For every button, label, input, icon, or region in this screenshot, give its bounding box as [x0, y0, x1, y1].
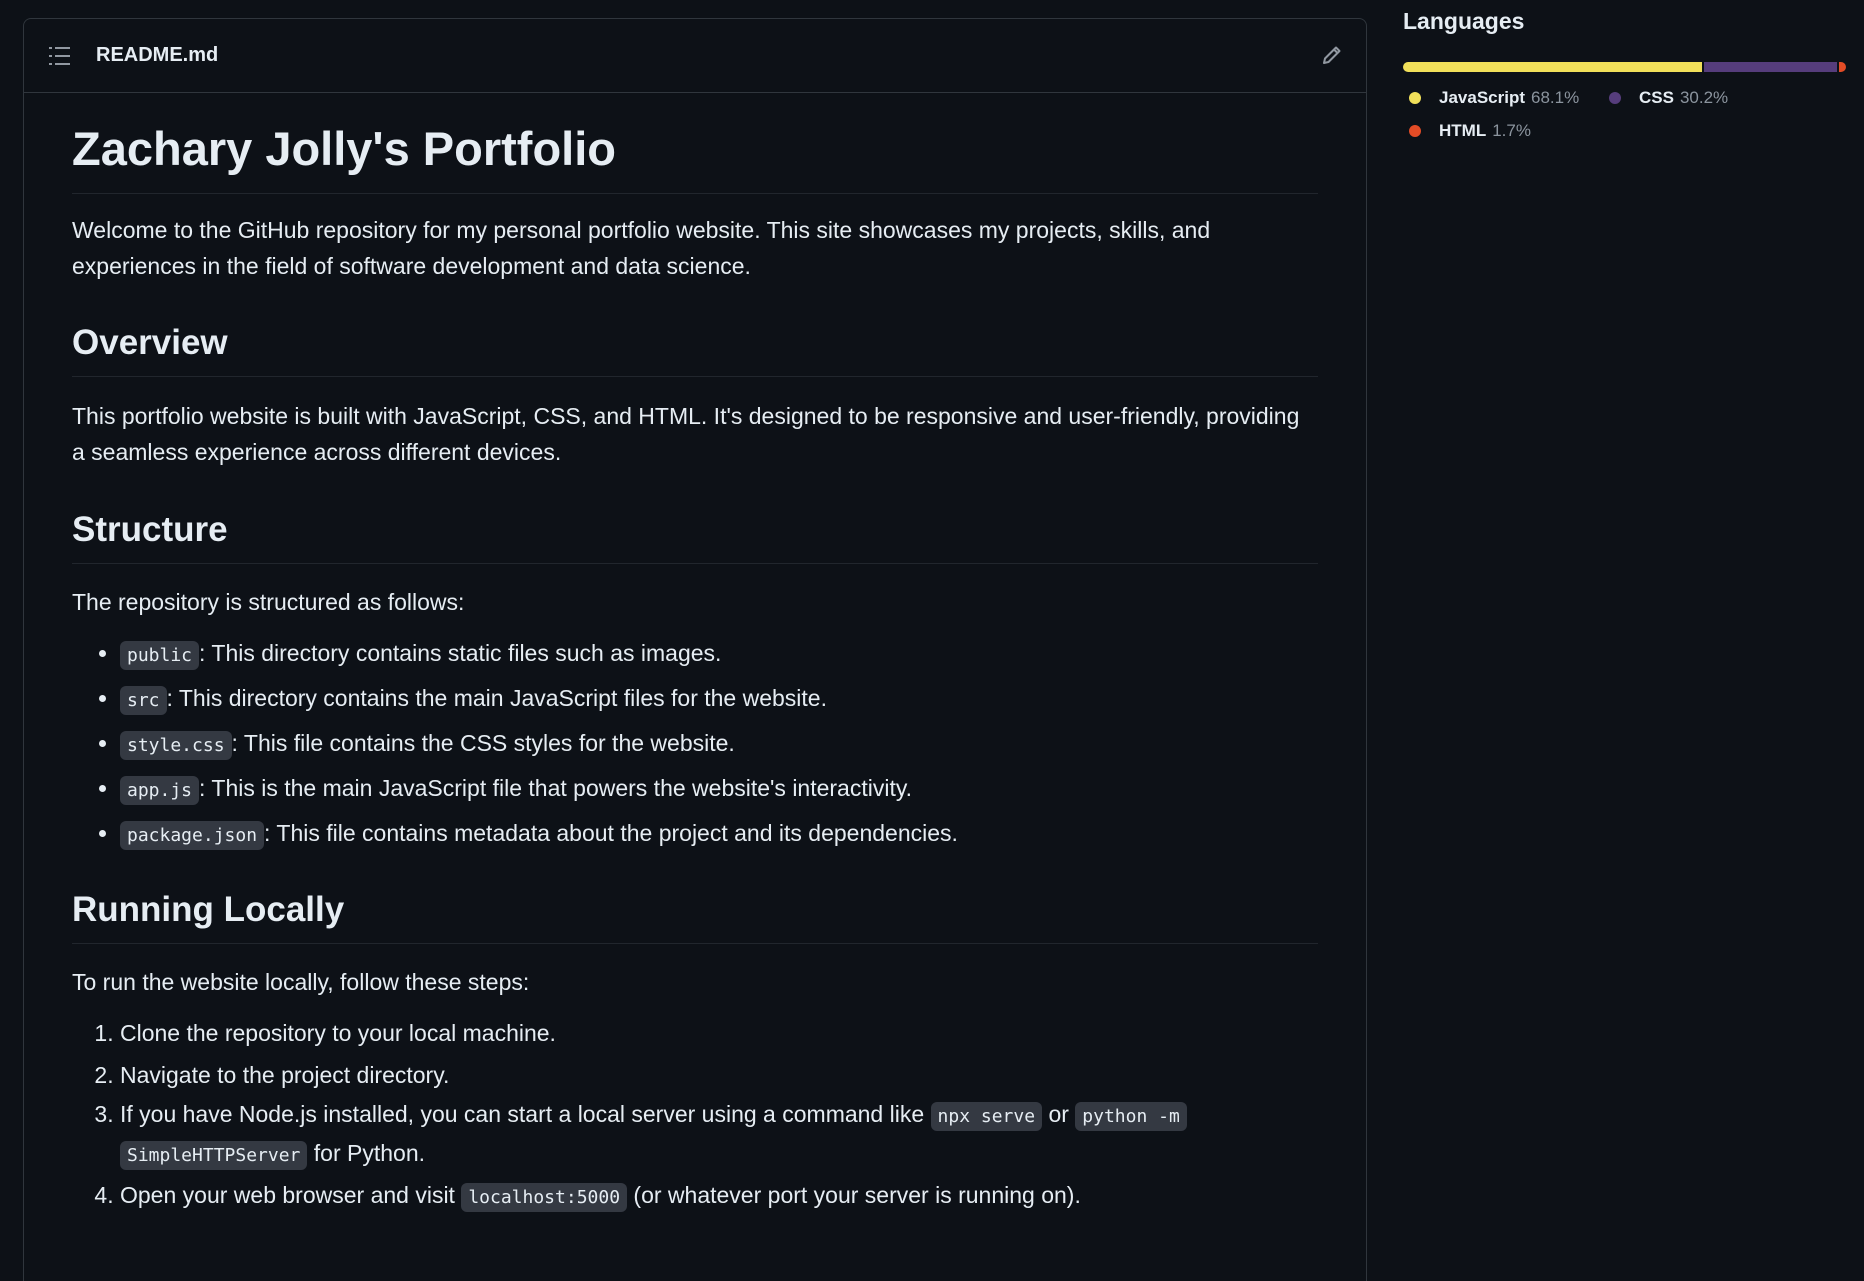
list-item: package.json: This file contains metadat…	[120, 812, 1318, 857]
list-unordered-icon[interactable]	[48, 45, 72, 67]
code-app-js: app.js	[120, 776, 200, 805]
step-text: or	[1042, 1101, 1076, 1127]
lang-percent: 1.7%	[1492, 121, 1531, 140]
running-steps: Clone the repository to your local machi…	[72, 1012, 1318, 1219]
code-npx-serve: npx serve	[930, 1102, 1043, 1131]
code-localhost: localhost:5000	[461, 1183, 628, 1212]
structure-list: public: This directory contains static f…	[72, 632, 1318, 857]
code-python-m: python -m	[1075, 1102, 1187, 1131]
running-heading: Running Locally	[72, 887, 1318, 944]
code-package-json: package.json	[120, 821, 265, 850]
code-public: public	[120, 641, 200, 670]
step-text: (or whatever port your server is running…	[627, 1182, 1081, 1208]
overview-heading: Overview	[72, 320, 1318, 377]
readme-header: README.md	[24, 19, 1366, 93]
list-item: public: This directory contains static f…	[120, 632, 1318, 677]
step-text: Navigate to the project directory.	[120, 1062, 450, 1088]
readme-content: Zachary Jolly's Portfolio Welcome to the…	[24, 119, 1366, 1219]
lang-dot-css	[1609, 92, 1621, 104]
list-item-text: : This directory contains static files s…	[199, 640, 722, 666]
overview-paragraph: This portfolio website is built with Jav…	[72, 403, 1300, 465]
step-text: Open your web browser and visit	[120, 1182, 462, 1208]
code-style-css: style.css	[120, 731, 232, 760]
lang-item-css[interactable]: CSS 30.2%	[1609, 88, 1728, 108]
list-item: style.css: This file contains the CSS st…	[120, 722, 1318, 767]
intro-paragraph: Welcome to the GitHub repository for my …	[72, 217, 1211, 279]
code-simplehttpserver: SimpleHTTPServer	[120, 1141, 308, 1170]
step-text: Clone the repository to your local machi…	[120, 1020, 556, 1046]
lang-name: CSS	[1639, 88, 1674, 107]
lang-item-javascript[interactable]: JavaScript 68.1%	[1409, 88, 1579, 108]
lang-name: JavaScript	[1439, 88, 1525, 107]
lang-name: HTML	[1439, 121, 1487, 140]
lang-dot-html	[1409, 125, 1421, 137]
languages-title: Languages	[1403, 8, 1525, 34]
list-item: src: This directory contains the main Ja…	[120, 677, 1318, 722]
languages-bar	[1403, 62, 1846, 72]
lang-bar-segment-html	[1838, 62, 1846, 72]
list-item-text: : This file contains metadata about the …	[264, 820, 958, 846]
step-item: Navigate to the project directory.	[120, 1054, 1318, 1096]
step-item: Open your web browser and visit localhos…	[120, 1174, 1318, 1219]
list-item-text: : This file contains the CSS styles for …	[231, 730, 735, 756]
list-item-text: : This directory contains the main JavaS…	[166, 685, 827, 711]
page: README.md Zachary Jolly's Portfolio Welc…	[0, 0, 1864, 1281]
step-text: If you have Node.js installed, you can s…	[120, 1101, 931, 1127]
list-item-text: : This is the main JavaScript file that …	[199, 775, 913, 801]
pencil-icon[interactable]	[1320, 43, 1344, 67]
lang-bar-segment-javascript	[1403, 62, 1702, 72]
readme-panel: README.md Zachary Jolly's Portfolio Welc…	[23, 18, 1367, 1281]
step-text: for Python.	[307, 1140, 426, 1166]
readme-title: Zachary Jolly's Portfolio	[72, 119, 1318, 194]
lang-bar-segment-css	[1703, 62, 1837, 72]
running-intro: To run the website locally, follow these…	[72, 969, 530, 995]
lang-dot-javascript	[1409, 92, 1421, 104]
readme-filename: README.md	[96, 44, 219, 66]
structure-intro: The repository is structured as follows:	[72, 589, 465, 615]
lang-percent: 68.1%	[1531, 88, 1580, 107]
lang-item-html[interactable]: HTML 1.7%	[1409, 121, 1531, 141]
step-item: If you have Node.js installed, you can s…	[120, 1096, 1318, 1174]
code-src: src	[120, 686, 167, 715]
structure-heading: Structure	[72, 507, 1318, 564]
step-item: Clone the repository to your local machi…	[120, 1012, 1318, 1054]
lang-percent: 30.2%	[1679, 88, 1729, 107]
list-item: app.js: This is the main JavaScript file…	[120, 767, 1318, 812]
